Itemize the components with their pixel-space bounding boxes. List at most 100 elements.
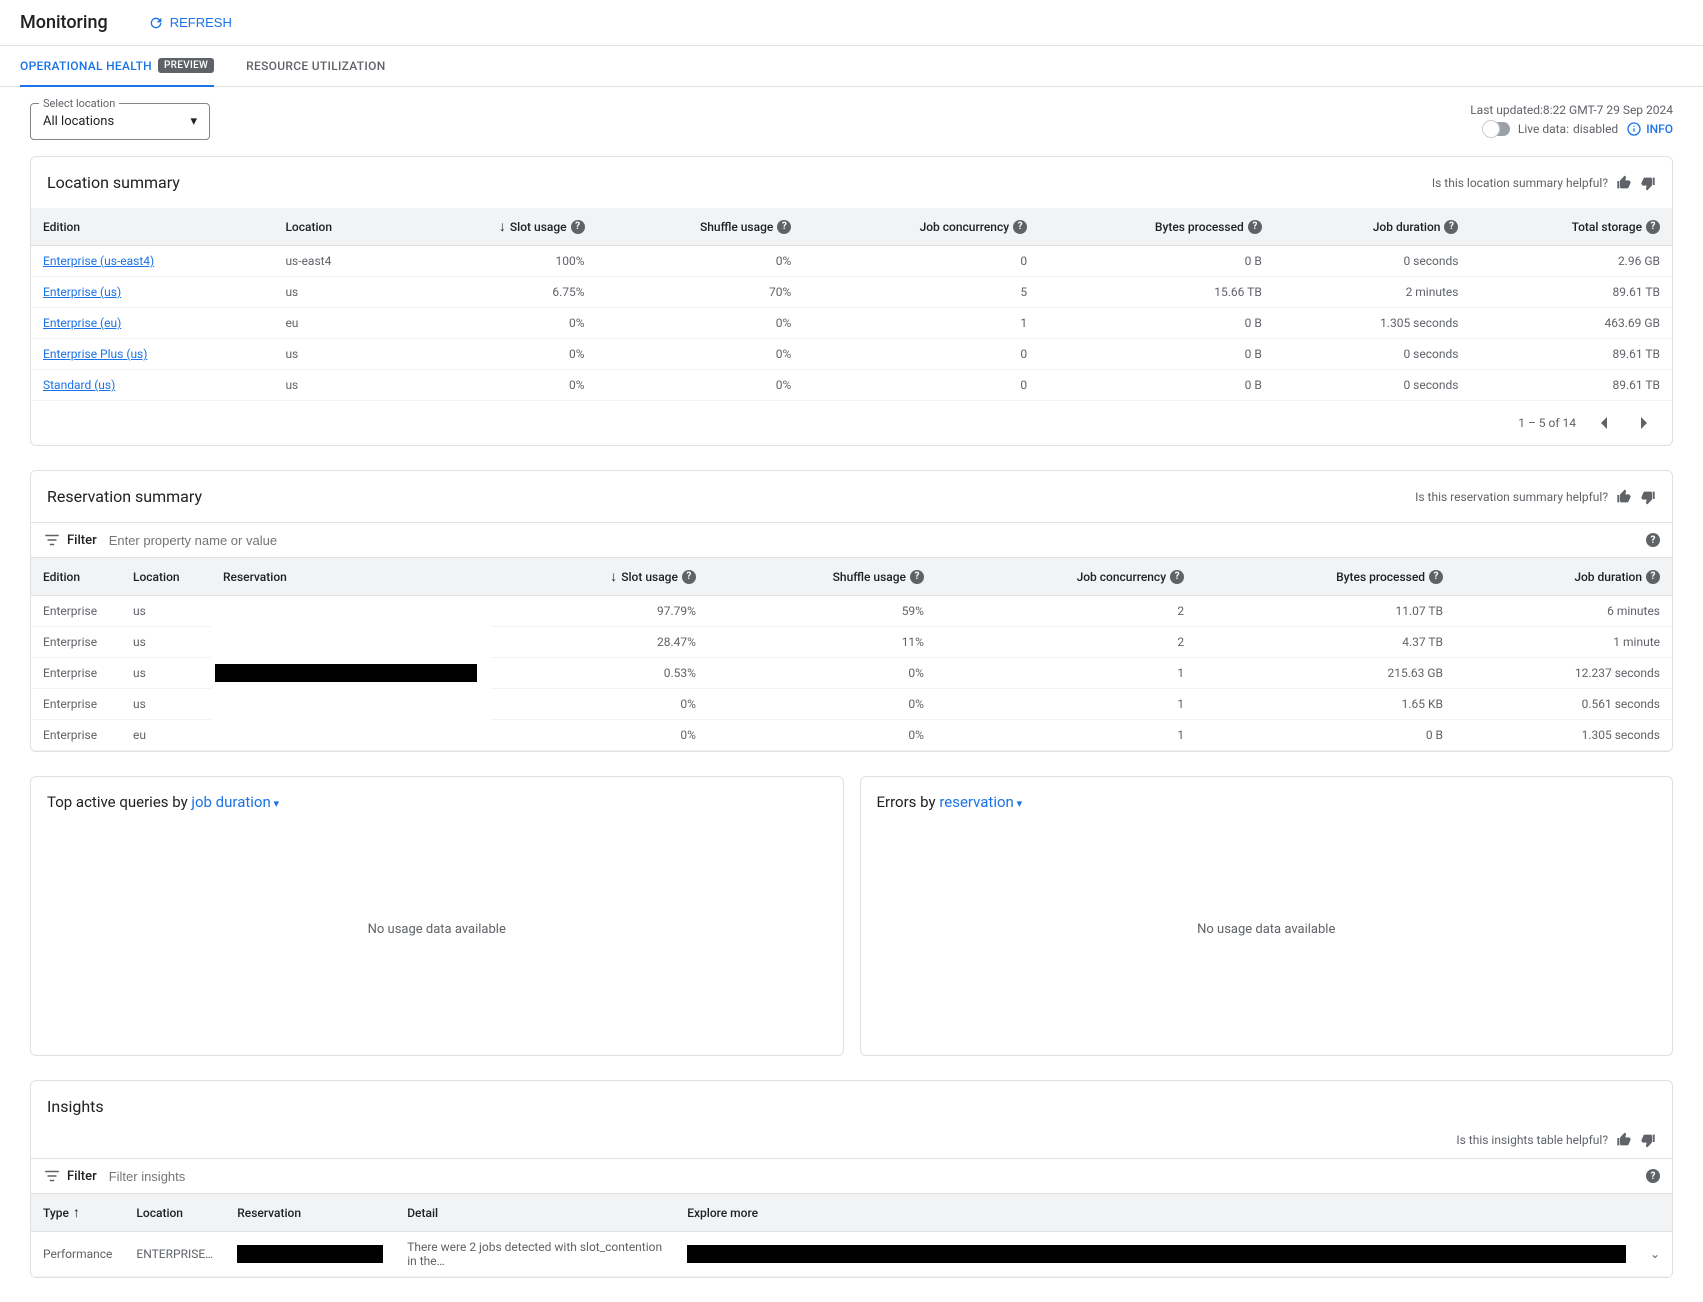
pagination-text: 1 – 5 of 14 — [1518, 416, 1576, 430]
tab-operational-health[interactable]: OPERATIONAL HEALTH PREVIEW — [20, 46, 214, 87]
prev-page-button[interactable] — [1592, 411, 1616, 435]
cell-location: ENTERPRISE… — [124, 1232, 225, 1277]
help-icon[interactable]: ? — [571, 220, 585, 234]
help-icon[interactable]: ? — [1646, 220, 1660, 234]
cell-edition: Enterprise — [31, 720, 121, 751]
help-icon[interactable]: ? — [777, 220, 791, 234]
help-icon[interactable]: ? — [1646, 1169, 1660, 1183]
col-slot[interactable]: ↓Slot usage? — [400, 208, 597, 246]
info-button[interactable]: INFO — [1626, 121, 1673, 137]
insights-filter-input[interactable] — [109, 1169, 1646, 1184]
col-reservation[interactable]: Reservation — [211, 558, 491, 596]
select-value: All locations — [43, 114, 114, 129]
help-icon[interactable]: ? — [1429, 570, 1443, 584]
cell-bytes: 0 B — [1039, 339, 1274, 370]
expand-row-button[interactable]: ⌄ — [1638, 1232, 1672, 1277]
col-duration[interactable]: Job duration? — [1274, 208, 1471, 246]
cell-type: Performance — [31, 1232, 124, 1277]
edition-link[interactable]: Enterprise Plus (us) — [43, 347, 147, 361]
cell-duration: 2 minutes — [1274, 277, 1471, 308]
col-shuffle[interactable]: Shuffle usage? — [597, 208, 804, 246]
cell-bytes: 0 B — [1039, 370, 1274, 401]
cell-detail: There were 2 jobs detected with slot_con… — [395, 1232, 675, 1277]
cell-shuffle: 0% — [708, 689, 936, 720]
info-icon — [1626, 121, 1642, 137]
col-edition[interactable]: Edition — [31, 208, 273, 246]
refresh-icon — [148, 15, 164, 31]
col-slot[interactable]: ↓Slot usage? — [491, 558, 708, 596]
help-icon[interactable]: ? — [1646, 533, 1660, 547]
help-icon[interactable]: ? — [682, 570, 696, 584]
errors-panel: Errors by reservation No usage data avai… — [860, 776, 1674, 1056]
cell-duration: 6 minutes — [1455, 596, 1672, 627]
edition-link[interactable]: Enterprise (us-east4) — [43, 254, 154, 268]
thumbs-down-icon[interactable] — [1640, 489, 1656, 505]
cell-slot: 28.47% — [491, 627, 708, 658]
queries-title-prefix: Top active queries by — [47, 793, 191, 811]
col-location[interactable]: Location — [121, 558, 211, 596]
cell-slot: 6.75% — [400, 277, 597, 308]
help-icon[interactable]: ? — [1248, 220, 1262, 234]
reservation-filter-input[interactable] — [109, 533, 1646, 548]
help-icon[interactable]: ? — [1170, 570, 1184, 584]
reservation-summary-title: Reservation summary — [47, 487, 202, 506]
thumbs-down-icon[interactable] — [1640, 1132, 1656, 1148]
col-location[interactable]: Location — [124, 1194, 225, 1232]
cell-job: 1 — [936, 658, 1196, 689]
col-location[interactable]: Location — [273, 208, 400, 246]
cell-bytes: 215.63 GB — [1196, 658, 1455, 689]
help-icon[interactable]: ? — [1444, 220, 1458, 234]
errors-dropdown[interactable]: reservation — [939, 793, 1022, 811]
top-queries-panel: Top active queries by job duration No us… — [30, 776, 844, 1056]
col-bytes[interactable]: Bytes processed? — [1196, 558, 1455, 596]
col-shuffle[interactable]: Shuffle usage? — [708, 558, 936, 596]
cell-slot: 0% — [400, 370, 597, 401]
next-page-button[interactable] — [1632, 411, 1656, 435]
insights-table: Type↑ Location Reservation Detail Explor… — [31, 1194, 1672, 1277]
col-reservation[interactable]: Reservation — [225, 1194, 395, 1232]
col-bytes[interactable]: Bytes processed? — [1039, 208, 1274, 246]
thumbs-up-icon[interactable] — [1616, 489, 1632, 505]
table-row: Standard (us) us 0% 0% 0 0 B 0 seconds 8… — [31, 370, 1672, 401]
help-icon[interactable]: ? — [1646, 570, 1660, 584]
col-job[interactable]: Job concurrency? — [936, 558, 1196, 596]
refresh-button[interactable]: REFRESH — [148, 15, 232, 31]
table-row: Enterprise (us-east4) us-east4 100% 0% 0… — [31, 246, 1672, 277]
cell-duration: 12.237 seconds — [1455, 658, 1672, 689]
col-job[interactable]: Job concurrency? — [803, 208, 1039, 246]
edition-link[interactable]: Enterprise (us) — [43, 285, 121, 299]
thumbs-up-icon[interactable] — [1616, 1132, 1632, 1148]
queries-dropdown[interactable]: job duration — [191, 793, 279, 811]
tab-resource-utilization[interactable]: RESOURCE UTILIZATION — [246, 46, 385, 86]
cell-slot: 0% — [491, 720, 708, 751]
cell-location: eu — [121, 720, 211, 751]
location-helpful-text: Is this location summary helpful? — [1432, 176, 1608, 190]
live-data-toggle[interactable] — [1484, 122, 1510, 136]
cell-job: 5 — [803, 277, 1039, 308]
col-storage[interactable]: Total storage? — [1470, 208, 1672, 246]
chevron-down-icon: ▾ — [190, 114, 197, 129]
col-edition[interactable]: Edition — [31, 558, 121, 596]
help-icon[interactable]: ? — [1013, 220, 1027, 234]
errors-empty: No usage data available — [877, 819, 1657, 1039]
location-select[interactable]: Select location All locations ▾ — [30, 103, 210, 140]
preview-badge: PREVIEW — [158, 58, 214, 73]
thumbs-up-icon[interactable] — [1616, 175, 1632, 191]
cell-duration: 0 seconds — [1274, 339, 1471, 370]
filter-icon — [43, 531, 61, 549]
cell-job: 1 — [803, 308, 1039, 339]
cell-shuffle: 0% — [597, 246, 804, 277]
col-duration[interactable]: Job duration? — [1455, 558, 1672, 596]
edition-link[interactable]: Standard (us) — [43, 378, 115, 392]
edition-link[interactable]: Enterprise (eu) — [43, 316, 121, 330]
cell-bytes: 11.07 TB — [1196, 596, 1455, 627]
col-explore[interactable]: Explore more — [675, 1194, 1638, 1232]
cell-slot: 0% — [491, 689, 708, 720]
thumbs-down-icon[interactable] — [1640, 175, 1656, 191]
cell-bytes: 1.65 KB — [1196, 689, 1455, 720]
help-icon[interactable]: ? — [910, 570, 924, 584]
col-detail[interactable]: Detail — [395, 1194, 675, 1232]
redacted-reservation — [237, 1245, 383, 1263]
cell-bytes: 0 B — [1039, 246, 1274, 277]
col-type[interactable]: Type↑ — [31, 1194, 124, 1232]
